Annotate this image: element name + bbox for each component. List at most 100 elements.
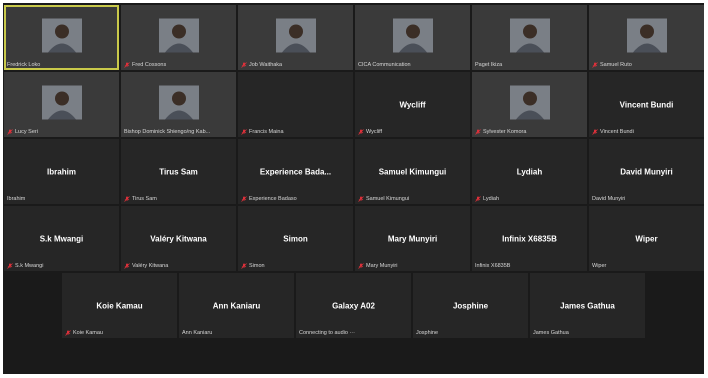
participant-name: Samuel Kimungui [366,196,410,202]
participant-video [509,18,550,57]
video-gallery: Fredrick Loko Fred Cossons Job Waithaka CIC… [3,3,704,374]
participant-display-name: Experience Bada... [259,167,332,176]
participant-tile[interactable]: Mary Munyiri Mary Munyiri [355,206,470,271]
participant-video [158,18,199,57]
mic-muted-icon [475,129,481,135]
participant-name: Samuel Ruto [600,62,632,68]
participant-tile[interactable]: Ibrahim Ibrahim [4,139,119,204]
participant-name-label: Koie Kamau [65,330,174,336]
participant-tile[interactable]: Lydiah Lydiah [472,139,587,204]
participant-tile[interactable]: Valéry Kitwana Valéry Kitwana [121,206,236,271]
mic-muted-icon [475,196,481,202]
participant-name-label: Ibrahim [7,196,116,202]
participant-name-label: Paget Ikiza [475,62,584,68]
participant-display-name: Galaxy A02 [332,301,375,310]
participant-name: Mary Munyiri [366,263,398,269]
participant-display-name: Vincent Bundi [619,100,674,109]
participant-tile[interactable]: Galaxy A02 Connecting to audio ··· [296,273,411,338]
participant-display-name: Koie Kamau [96,301,143,310]
participant-tile[interactable]: Samuel Kimungui Samuel Kimungui [355,139,470,204]
participant-tile[interactable]: Fred Cossons [121,5,236,70]
participant-tile[interactable]: Fredrick Loko [4,5,119,70]
participant-tile[interactable]: Sylvester Komora [472,72,587,137]
mic-muted-icon [7,129,13,135]
participant-name: Francis Maina [249,129,284,135]
participant-name-label: Infinix X6835B [475,263,584,269]
participant-tile[interactable]: Samuel Ruto [589,5,704,70]
participant-display-name: Samuel Kimungui [378,167,447,176]
mic-muted-icon [241,62,247,68]
mic-muted-icon [7,263,13,269]
participant-display-name: David Munyiri [620,167,673,176]
participant-name-label: Lydiah [475,196,584,202]
participant-name: David Munyiri [592,196,626,202]
participant-tile[interactable]: Vincent Bundi Vincent Bundi [589,72,704,137]
participant-name-label: S.k Mwangi [7,263,116,269]
participant-video [275,18,316,57]
participant-tile[interactable]: Wycliff Wycliff [355,72,470,137]
participant-name: Ibrahim [7,196,26,202]
participant-tile[interactable]: Simon Simon [238,206,353,271]
participant-display-name: Valéry Kitwana [150,234,207,243]
participant-name-label: Connecting to audio ··· [299,330,408,336]
participant-name-label: David Munyiri [592,196,701,202]
mic-muted-icon [124,263,130,269]
participant-display-name: S.k Mwangi [39,234,84,243]
participant-name-label: Wiper [592,263,701,269]
participant-name: Experience Badaso [249,196,297,202]
participant-name: Lucy Seri [15,129,38,135]
participant-display-name: Wycliff [399,100,426,109]
participant-name: Wiper [592,263,607,269]
participant-tile[interactable]: Bishop Dominick Shiengo/ng Kab... [121,72,236,137]
participant-tile[interactable]: Infinix X6835B Infinix X6835B [472,206,587,271]
participant-tile[interactable]: Wiper Wiper [589,206,704,271]
participant-name: Job Waithaka [249,62,283,68]
participant-display-name: Ibrahim [47,167,76,176]
participant-name: Koie Kamau [73,330,103,336]
participant-name-label: Mary Munyiri [358,263,467,269]
participant-name: Bishop Dominick Shiengo/ng Kab... [124,129,211,135]
participant-tile[interactable]: S.k Mwangi S.k Mwangi [4,206,119,271]
participant-name: James Gathua [533,330,569,336]
mic-muted-icon [592,62,598,68]
participant-name-label: Ann Kaniaru [182,330,291,336]
mic-muted-icon [592,129,598,135]
participant-tile[interactable]: Tirus Sam Tirus Sam [121,139,236,204]
mic-muted-icon [358,129,364,135]
participant-name-label: Tirus Sam [124,196,233,202]
participant-tile[interactable]: Koie Kamau Koie Kamau [62,273,177,338]
participant-tile[interactable]: CICA Communication [355,5,470,70]
participant-name: Tirus Sam [132,196,157,202]
participant-tile[interactable]: Experience Bada... Experience Badaso [238,139,353,204]
mic-muted-icon [358,196,364,202]
participant-name-label: James Gathua [533,330,642,336]
participant-tile[interactable]: James Gathua James Gathua [530,273,645,338]
participant-name-label: Valéry Kitwana [124,263,233,269]
participant-display-name: Mary Munyiri [387,234,438,243]
participant-tile[interactable]: Job Waithaka [238,5,353,70]
participant-name: Wycliff [366,129,383,135]
participant-tile[interactable]: David Munyiri David Munyiri [589,139,704,204]
participant-name-label: Samuel Kimungui [358,196,467,202]
participant-name-label: Samuel Ruto [592,62,701,68]
participant-tile[interactable]: Francis Maina [238,72,353,137]
mic-muted-icon [241,129,247,135]
participant-video [158,85,199,124]
participant-display-name: Josphine [452,301,489,310]
participant-display-name: Ann Kaniaru [212,301,261,310]
participant-name: Sylvester Komora [483,129,527,135]
participant-name: Josphine [416,330,439,336]
mic-muted-icon [65,330,71,336]
participant-tile[interactable]: Ann Kaniaru Ann Kaniaru [179,273,294,338]
participant-display-name: Wiper [635,234,658,243]
participant-display-name: Simon [283,234,308,243]
participant-tile[interactable]: Lucy Seri [4,72,119,137]
participant-name: S.k Mwangi [15,263,44,269]
participant-name: Valéry Kitwana [132,263,169,269]
mic-muted-icon [241,263,247,269]
participant-name-label: Vincent Bundi [592,129,701,135]
participant-tile[interactable]: Josphine Josphine [413,273,528,338]
participant-tile[interactable]: Paget Ikiza [472,5,587,70]
participant-name-label: Francis Maina [241,129,350,135]
participant-name-label: Lucy Seri [7,129,116,135]
